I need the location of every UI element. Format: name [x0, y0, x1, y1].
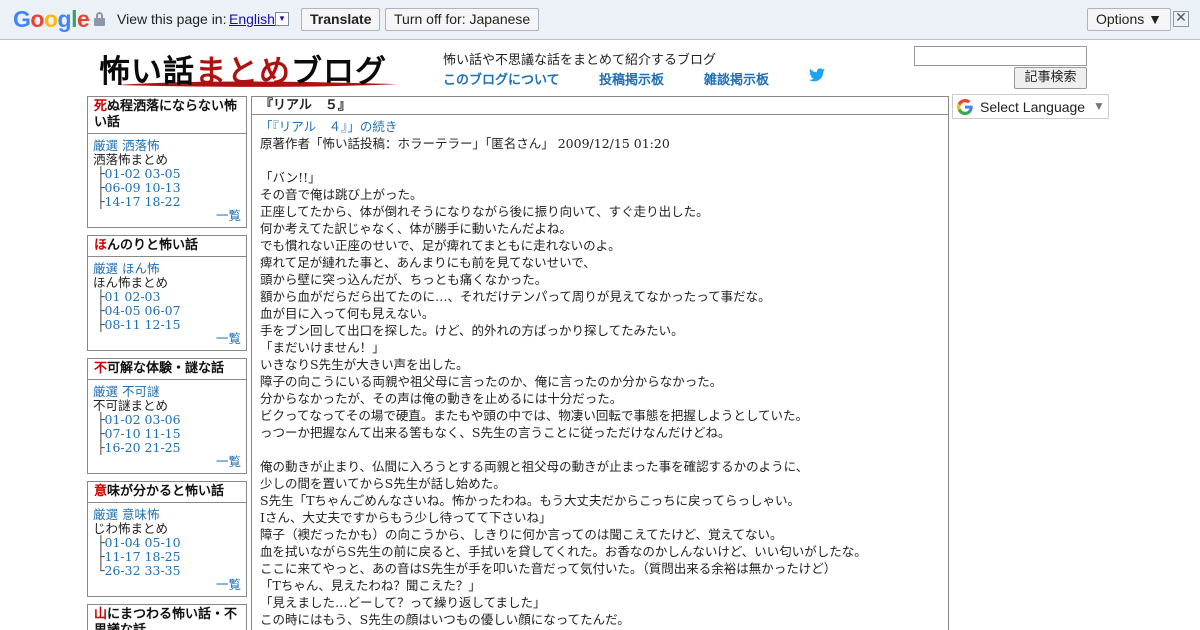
- sidebar-box-title[interactable]: ほんのりと怖い話: [88, 236, 246, 257]
- article-meta: 原著作者「怖い話投稿：ホラーテラー」「匿名さん」 2009/12/15 01:2…: [260, 136, 670, 151]
- nav-submission-board[interactable]: 投稿掲示板: [599, 69, 664, 88]
- article-line: 障子の向こうにいる両親や祖父母に言ったのか、俺に言ったのか分からなかった。: [260, 374, 723, 389]
- summary-label: 洒落怖まとめ: [93, 152, 169, 167]
- range-link[interactable]: ├04-05 06-07: [93, 304, 241, 318]
- range-link[interactable]: ├14-17 18-22: [93, 195, 241, 209]
- range-link[interactable]: ├01-02 03-05: [93, 167, 241, 181]
- article-body: 「『リアル ４』」の続き 原著作者「怖い話投稿：ホラーテラー」「匿名さん」 20…: [252, 115, 948, 630]
- range-link[interactable]: ├11-17 18-25: [93, 550, 241, 564]
- article-line: でも慣れない正座のせいで、足が痺れてまともに走れないのよ。: [260, 238, 621, 253]
- range-link[interactable]: ├01-02 03-06: [93, 413, 241, 427]
- summary-label: ほん怖まとめ: [93, 275, 169, 290]
- blog-header: 怖い話まとめブログ 怖い話や不思議な話をまとめて紹介するブログ このブログについ…: [87, 44, 1087, 94]
- google-logo: Google: [13, 6, 90, 32]
- sidebar-box-title[interactable]: 山にまつわる怖い話・不思議な話: [88, 605, 246, 630]
- range-link[interactable]: ├06-09 10-13: [93, 181, 241, 195]
- article-line: 少しの間を置いてからS先生が話し始めた。: [260, 476, 506, 491]
- nav-about[interactable]: このブログについて: [443, 69, 560, 88]
- article-line: 「バン!!」: [260, 170, 321, 185]
- article-line: 血を拭いながらS先生の前に戻ると、手拭いを貸してくれた。お香なのかしんないけど、…: [260, 544, 867, 559]
- article-line: 頭から壁に突っ込んだが、ちっとも痛くなかった。: [260, 272, 548, 287]
- article-line: っつーか把握なんて出来る筈もなく、S先生の言うことに従っただけなんだけどね。: [260, 425, 731, 440]
- article-line: 何か考えてた訳じゃなく、体が勝手に動いたんだよね。: [260, 221, 572, 236]
- list-all-link[interactable]: 一覧: [93, 578, 241, 592]
- range-link[interactable]: ├01 02-03: [93, 290, 241, 304]
- article-line: ビクってなってその場で硬直。またもや頭の中では、物凄い回転で事態を把握しようとし…: [260, 408, 809, 423]
- article-line: 痺れて足が縺れた事と、あんまりにも前を見てないせいで、: [260, 255, 596, 270]
- curated-link[interactable]: 厳選 ほん怖: [93, 262, 241, 276]
- summary-label: じわ怖まとめ: [93, 521, 169, 536]
- article-line: この時にはもう、S先生の顔はいつもの優しい顔になってたんだ。: [260, 612, 630, 627]
- article-line: 血が目に入って何も見えない。: [260, 306, 435, 321]
- language-dropdown-icon[interactable]: ▼: [275, 12, 289, 26]
- search-input[interactable]: [914, 46, 1087, 66]
- language-select[interactable]: Select Language ▼: [952, 94, 1109, 119]
- language-link[interactable]: English: [229, 11, 275, 27]
- sidebar-box-title[interactable]: 不可解な体験・謎な話: [88, 359, 246, 380]
- article: 『リアル ５』 「『リアル ４』」の続き 原著作者「怖い話投稿：ホラーテラー」「…: [251, 96, 949, 630]
- curated-link[interactable]: 厳選 意味怖: [93, 508, 241, 522]
- chevron-down-icon: ▼: [1093, 99, 1105, 113]
- list-all-link[interactable]: 一覧: [93, 455, 241, 469]
- curated-link[interactable]: 厳選 不可謎: [93, 385, 241, 399]
- lock-icon: [94, 12, 105, 26]
- blog-logo[interactable]: 怖い話まとめブログ: [87, 44, 429, 92]
- article-line: 「Tちゃん、見えたわね？聞こえた？」: [260, 578, 481, 593]
- article-line: 「まだいけません！」: [260, 340, 385, 355]
- nav-chat-board[interactable]: 雑談掲示板: [704, 69, 769, 88]
- options-button[interactable]: Options ▼: [1087, 8, 1171, 31]
- google-g-icon: [957, 99, 973, 115]
- sidebar-box-mountain: 山にまつわる怖い話・不思議な話: [87, 604, 247, 630]
- article-line: いきなりS先生が大きい声を出した。: [260, 357, 469, 372]
- translate-bar: Google View this page in: English ▼ Tran…: [0, 0, 1200, 40]
- turn-off-button[interactable]: Turn off for: Japanese: [385, 8, 540, 31]
- article-line: S先生「Tちゃんごめんなさいね。怖かったわね。もう大丈夫だからこっちに戻ってらっ…: [260, 493, 801, 508]
- list-all-link[interactable]: 一覧: [93, 209, 241, 223]
- language-select-label: Select Language: [980, 99, 1086, 115]
- curated-link[interactable]: 厳選 洒落怖: [93, 139, 241, 153]
- search-button[interactable]: 記事検索: [1014, 67, 1087, 89]
- twitter-icon[interactable]: [809, 68, 825, 82]
- article-line: 分からなかったが、その声は俺の動きを止めるには十分だった。: [260, 391, 623, 406]
- article-title: 『リアル ５』: [252, 97, 948, 115]
- article-line: [260, 152, 940, 169]
- sidebar-box-title[interactable]: 死ぬ程洒落にならない怖い話: [88, 97, 246, 134]
- article-text: 「バン!!」その音で俺は跳び上がった。正座してたから、体が倒れそうになりながら後…: [260, 152, 940, 628]
- view-page-label: View this page in:: [117, 11, 227, 27]
- range-link[interactable]: ├08-11 12-15: [93, 318, 241, 332]
- article-line: 障子（襖だったかも）の向こうから、しきりに何か言ってのは聞こえてたけど、覚えてな…: [260, 527, 783, 542]
- list-all-link[interactable]: 一覧: [93, 332, 241, 346]
- blog-tagline: 怖い話や不思議な話をまとめて紹介するブログ: [443, 53, 717, 68]
- summary-label: 不可謎まとめ: [93, 398, 169, 413]
- article-line: Iさん、大丈夫ですからもう少し待ってて下さいね」: [260, 510, 552, 525]
- sidebar: 死ぬ程洒落にならない怖い話 厳選 洒落怖 洒落怖まとめ ├01-02 03-05…: [87, 96, 247, 630]
- range-link[interactable]: ├16-20 21-25: [93, 441, 241, 455]
- logo-text: 怖い話まとめブログ: [99, 54, 387, 90]
- article-line: 俺の動きが止まり、仏間に入ろうとする両親と祖父母の動きが止まった事を確認するかの…: [260, 459, 809, 474]
- sidebar-box-fukanazo: 不可解な体験・謎な話 厳選 不可謎 不可謎まとめ ├01-02 03-06 ├0…: [87, 358, 247, 474]
- sidebar-box-sharekowa: 死ぬ程洒落にならない怖い話 厳選 洒落怖 洒落怖まとめ ├01-02 03-05…: [87, 96, 247, 228]
- article-line: 正座してたから、体が倒れそうになりながら後に振り向いて、すぐ走り出した。: [260, 204, 709, 219]
- range-link[interactable]: └26-32 33-35: [93, 564, 241, 578]
- article-line: [260, 441, 940, 458]
- sidebar-box-title[interactable]: 意味が分かると怖い話: [88, 482, 246, 503]
- article-line: 手をブン回して出口を探した。けど、的外れの方ばっかり探してたみたい。: [260, 323, 684, 338]
- article-line: 額から血がだらだら出てたのに…、それだけテンパって周りが見えてなかったって事だな…: [260, 289, 771, 304]
- article-line: 「見えました…どーして？って繰り返してました」: [260, 595, 546, 610]
- previous-part-link[interactable]: 「『リアル ４』」の続き: [260, 118, 940, 135]
- article-line: ここに来てやっと、あの音はS先生が手を叩いた音だって気付いた。（質問出来る余裕は…: [260, 561, 837, 576]
- range-link[interactable]: ├01-04 05-10: [93, 536, 241, 550]
- range-link[interactable]: ├07-10 11-15: [93, 427, 241, 441]
- close-icon[interactable]: ✕: [1173, 11, 1189, 27]
- translate-button[interactable]: Translate: [301, 8, 381, 31]
- sidebar-box-imikowa: 意味が分かると怖い話 厳選 意味怖 じわ怖まとめ ├01-04 05-10 ├1…: [87, 481, 247, 597]
- sidebar-box-honkowa: ほんのりと怖い話 厳選 ほん怖 ほん怖まとめ ├01 02-03 ├04-05 …: [87, 235, 247, 351]
- article-line: その音で俺は跳び上がった。: [260, 187, 423, 202]
